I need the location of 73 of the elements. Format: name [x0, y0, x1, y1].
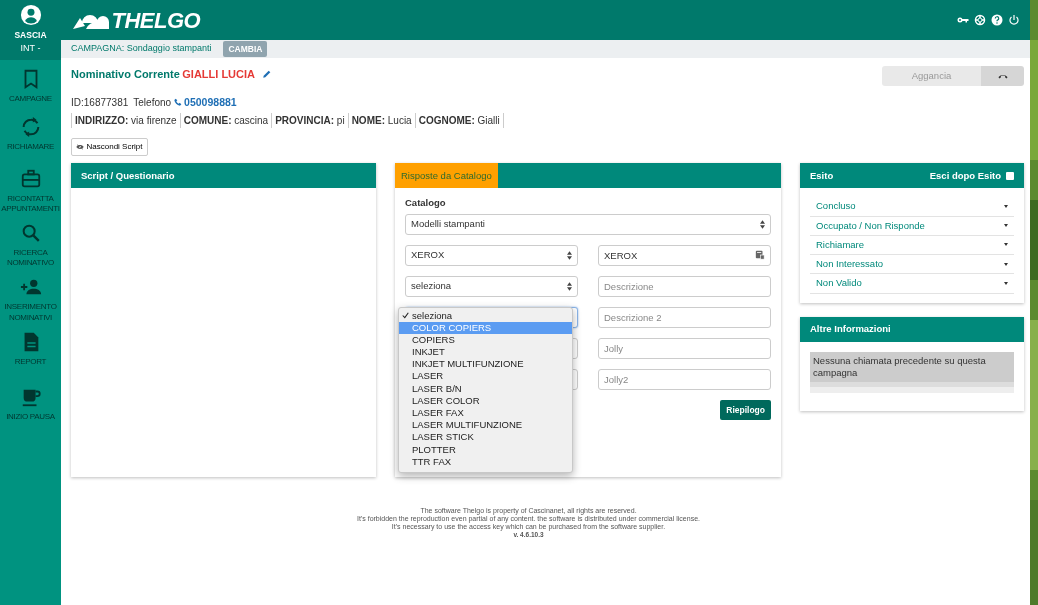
phone-icon: [173, 98, 182, 107]
user-role: INT -: [20, 41, 41, 55]
caret-icon: [1004, 204, 1008, 208]
calculator-icon: [755, 249, 765, 260]
outcome-item[interactable]: Richiamare: [810, 235, 1014, 256]
contact-field: INDIRIZZO: via firenze: [71, 113, 180, 129]
briefcase-icon: [19, 167, 42, 190]
contact-id: ID:16877381: [71, 95, 129, 110]
field-label: Catalogo: [405, 196, 447, 211]
dropdown-option[interactable]: LASER FAX: [399, 407, 572, 420]
outcome-item[interactable]: Concluso: [810, 197, 1014, 217]
phone-link[interactable]: 050098881: [184, 94, 237, 111]
dropdown-option[interactable]: COPIERS: [399, 333, 572, 347]
caret-icon: [1004, 282, 1008, 286]
info-message: Nessuna chiamata precedente su questa campagna: [810, 351, 1014, 383]
input-field[interactable]: Descrizione: [598, 275, 771, 297]
phone-label: Telefono: [133, 95, 172, 110]
dropdown-option[interactable]: PLOTTER: [399, 443, 572, 456]
campaign-label: CAMPAGNA: Sondaggio stampanti: [71, 42, 212, 56]
contact-heading: Nominativo Corrente: [71, 67, 180, 82]
check-icon: [402, 312, 409, 320]
dropdown-option[interactable]: LASER B/N: [399, 382, 572, 395]
panel-header: Script / Questionario: [71, 163, 376, 189]
select-field[interactable]: seleziona: [405, 275, 578, 297]
power-icon[interactable]: [1008, 14, 1020, 26]
exit-after-outcome-checkbox[interactable]: Esci dopo Esito: [929, 168, 1014, 183]
contact-field: NOME: Lucia: [347, 113, 415, 129]
hide-script-button[interactable]: Nascondi Script: [71, 138, 148, 157]
caret-icon: [1004, 224, 1008, 228]
dropdown-option[interactable]: INKJET: [399, 346, 572, 359]
sidebar-item[interactable]: CAMPAGNE: [0, 68, 61, 105]
contact-name: GIALLI LUCIA: [182, 67, 255, 82]
outcome-item[interactable]: Occupato / Non Risponde: [810, 216, 1014, 236]
select-arrows-icon: [567, 281, 572, 291]
caret-icon: [1004, 243, 1008, 247]
caret-icon: [1004, 262, 1008, 266]
dropdown-option[interactable]: TTR FAX: [399, 455, 572, 468]
dropdown-option[interactable]: seleziona: [399, 309, 572, 322]
user-name: SASCIA: [14, 29, 47, 42]
input-field[interactable]: XEROX: [598, 244, 771, 266]
input-field[interactable]: Jolly: [598, 337, 771, 359]
dropdown-option[interactable]: LASER MULTIFUNZIONE: [399, 419, 572, 432]
outcome-item[interactable]: Non Valido: [810, 274, 1014, 294]
select-field[interactable]: XEROX: [405, 244, 578, 266]
sidebar-item[interactable]: REPORT: [0, 331, 61, 368]
lifebuoy-icon[interactable]: [974, 14, 986, 26]
help-icon[interactable]: [991, 14, 1003, 26]
eye-slash-icon: [76, 144, 84, 151]
sidebar-item[interactable]: RICONTATTA APPUNTAMENTI: [0, 167, 61, 215]
dropdown-option[interactable]: LASER COLOR: [399, 394, 572, 407]
edit-icon[interactable]: [261, 69, 272, 80]
dropdown-option[interactable]: LASER STICK: [399, 431, 572, 444]
input-field[interactable]: Jolly2: [598, 368, 771, 390]
panel-header: Altre Informazioni: [800, 316, 1024, 342]
select-arrows-icon: [760, 219, 765, 229]
outcome-item[interactable]: Non Interessato: [810, 255, 1014, 275]
dropdown-option[interactable]: LASER: [399, 370, 572, 383]
contact-field: COMUNE: cascina: [179, 113, 272, 129]
sidebar-item[interactable]: INSERIMENTO NOMINATIVI: [0, 276, 61, 324]
sidebar-item[interactable]: RICERCA NOMINATIVO: [0, 221, 61, 269]
dropdown-option[interactable]: INKJET MULTIFUNZIONE: [399, 358, 572, 371]
panel-header: Esito: [810, 168, 834, 183]
contact-field: COGNOME: Gialli: [414, 113, 503, 129]
user-icon: [19, 4, 42, 26]
select-field[interactable]: Modelli stampanti: [405, 213, 771, 235]
logo-text: THELGO: [111, 6, 201, 35]
select-arrows-icon: [567, 250, 572, 260]
sidebar-item[interactable]: RICHIAMARE: [0, 116, 61, 153]
summary-button[interactable]: Riepilogo: [720, 399, 771, 421]
phone-hangup-icon: [997, 73, 1008, 79]
sidebar-item[interactable]: INIZIO PAUSA: [0, 385, 61, 422]
input-field[interactable]: Descrizione 2: [598, 306, 771, 328]
contact-field: PROVINCIA: pi: [271, 113, 348, 129]
